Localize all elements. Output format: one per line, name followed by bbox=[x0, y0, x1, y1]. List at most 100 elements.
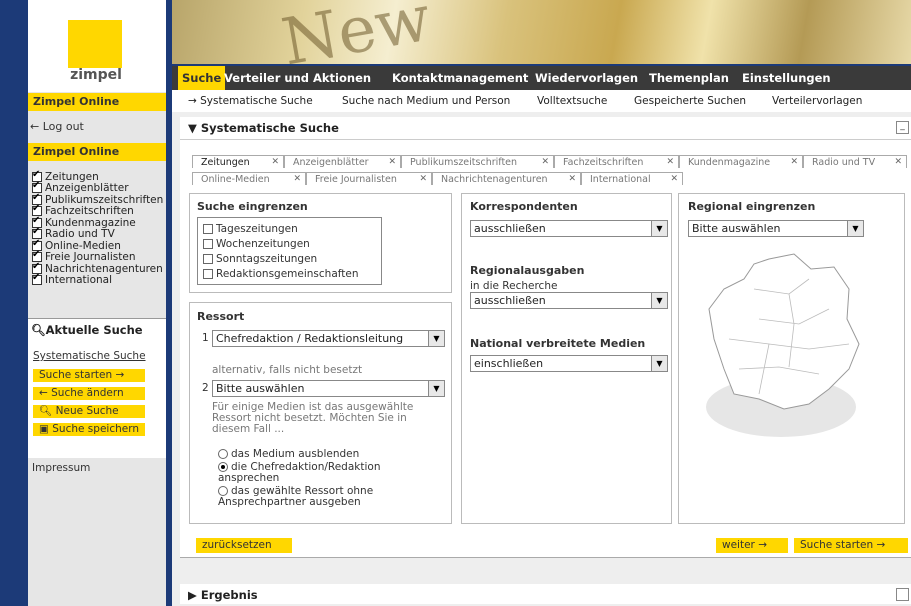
nav-item-verteiler[interactable]: Verteiler und Aktionen bbox=[224, 66, 371, 90]
media-type-item[interactable]: Online-Medien bbox=[32, 238, 163, 252]
close-icon[interactable]: ✕ bbox=[894, 156, 902, 169]
korrespondenten-select[interactable]: ausschließen ▼ bbox=[470, 220, 668, 237]
close-icon[interactable]: ✕ bbox=[790, 156, 798, 169]
close-icon[interactable]: ✕ bbox=[666, 156, 674, 169]
suche-eingrenzen-box: Suche eingrenzen Tageszeitungen Wochenze… bbox=[189, 193, 452, 293]
checkbox[interactable] bbox=[203, 224, 213, 234]
option-redaktionsgemeinschaften[interactable]: Redaktionsgemeinschaften bbox=[203, 268, 359, 280]
ressort-alt-text: alternativ, falls nicht besetzt bbox=[212, 364, 363, 376]
close-icon[interactable]: ✕ bbox=[388, 156, 396, 169]
ressort-select-2[interactable]: Bitte auswählen ▼ bbox=[212, 380, 445, 397]
close-icon[interactable]: ✕ bbox=[271, 156, 279, 169]
next-button[interactable]: weiter → bbox=[716, 538, 788, 553]
tab-publikumszeitschriften[interactable]: Publikumszeitschriften ✕ bbox=[401, 155, 554, 168]
tab-anzeigenblaetter[interactable]: Anzeigenblätter ✕ bbox=[284, 155, 401, 168]
tab-international[interactable]: International ✕ bbox=[581, 172, 683, 185]
korrespondenten-title: Korrespondenten bbox=[470, 200, 578, 213]
main-nav: Suche Verteiler und Aktionen Kontaktmana… bbox=[172, 66, 911, 90]
current-search-type-link[interactable]: Systematische Suche bbox=[33, 350, 146, 362]
media-type-item[interactable]: Kundenmagazine bbox=[32, 215, 163, 229]
nav-item-kontaktmanagement[interactable]: Kontaktmanagement bbox=[392, 66, 528, 90]
panel-title[interactable]: ▼ Systematische Suche bbox=[188, 121, 339, 135]
option-tageszeitungen[interactable]: Tageszeitungen bbox=[203, 223, 298, 235]
radio-button[interactable] bbox=[218, 462, 228, 472]
subnav-gespeicherte-suchen[interactable]: Gespeicherte Suchen bbox=[634, 90, 746, 112]
radio-ausblenden[interactable]: das Medium ausblenden bbox=[218, 448, 359, 460]
minimize-icon[interactable]: _ bbox=[896, 121, 909, 134]
start-search-button[interactable]: Suche starten → bbox=[794, 538, 908, 553]
subnav-medium-person[interactable]: Suche nach Medium und Person bbox=[342, 90, 510, 112]
dropdown-arrow-icon: ▼ bbox=[428, 331, 444, 346]
tab-kundenmagazine[interactable]: Kundenmagazine ✕ bbox=[679, 155, 803, 168]
middle-options-box: Korrespondenten ausschließen ▼ Regionalau… bbox=[461, 193, 672, 524]
regional-select[interactable]: Bitte auswählen ▼ bbox=[688, 220, 864, 237]
nav-item-suche[interactable]: Suche bbox=[178, 66, 226, 90]
dropdown-arrow-icon: ▼ bbox=[651, 221, 667, 236]
result-panel: ▶ Ergebnis bbox=[180, 584, 911, 604]
checkbox[interactable] bbox=[203, 239, 213, 249]
tab-nachrichtenagenturen[interactable]: Nachrichtenagenturen ✕ bbox=[432, 172, 581, 185]
media-type-list: Zeitungen Anzeigenblätter Publikumszeits… bbox=[32, 169, 163, 286]
media-type-item[interactable]: International bbox=[32, 272, 163, 286]
radio-button[interactable] bbox=[218, 449, 228, 459]
close-icon[interactable]: ✕ bbox=[541, 156, 549, 169]
logout-link[interactable]: ← Log out bbox=[28, 116, 166, 138]
checkbox[interactable] bbox=[203, 254, 213, 264]
maximize-icon[interactable] bbox=[896, 588, 909, 601]
close-icon[interactable]: ✕ bbox=[670, 173, 678, 186]
new-search-button[interactable]: 🔍︎ Neue Suche bbox=[33, 405, 145, 418]
regionalausgaben-title: Regionalausgaben bbox=[470, 264, 585, 277]
tab-freie-journalisten[interactable]: Freie Journalisten ✕ bbox=[306, 172, 432, 185]
nav-item-themenplan[interactable]: Themenplan bbox=[649, 66, 729, 90]
germany-map[interactable] bbox=[699, 249, 879, 449]
reset-button[interactable]: zurücksetzen bbox=[196, 538, 292, 553]
media-type-item[interactable]: Freie Journalisten bbox=[32, 249, 163, 263]
close-icon[interactable]: ✕ bbox=[568, 173, 576, 186]
radio-button[interactable] bbox=[218, 486, 228, 496]
change-search-button[interactable]: ← Suche ändern bbox=[33, 387, 145, 400]
tab-zeitungen[interactable]: Zeitungen ✕ bbox=[192, 155, 284, 168]
start-search-button[interactable]: Suche starten → bbox=[33, 369, 145, 382]
magnifier-icon: 🔍︎ bbox=[39, 405, 56, 417]
sidebar: zimpel Zimpel Online ← Log out Zimpel On… bbox=[28, 0, 166, 606]
regionalausgaben-sub: in die Recherche bbox=[470, 280, 558, 292]
logo-text: zimpel bbox=[70, 67, 122, 83]
media-type-item[interactable]: Nachrichtenagenturen bbox=[32, 261, 163, 275]
result-title[interactable]: ▶ Ergebnis bbox=[188, 588, 258, 602]
newspaper-type-list: Tageszeitungen Wochenzeitungen Sonntagsz… bbox=[197, 217, 382, 285]
checkbox[interactable] bbox=[32, 272, 42, 286]
media-type-item[interactable]: Radio und TV bbox=[32, 226, 163, 240]
radio-chefredaktion[interactable]: die Chefredaktion/Redaktion ansprechen bbox=[218, 462, 418, 484]
tab-online-medien[interactable]: Online-Medien ✕ bbox=[192, 172, 306, 185]
magnifier-icon: 🔍︎ bbox=[31, 323, 46, 337]
impressum-link[interactable]: Impressum bbox=[28, 458, 166, 478]
save-search-button[interactable]: ▣ Suche speichern bbox=[33, 423, 145, 436]
national-select[interactable]: einschließen ▼ bbox=[470, 355, 668, 372]
subnav-verteilervorlagen[interactable]: Verteilervorlagen bbox=[772, 90, 862, 112]
search-panel: ▼ Systematische Suche _ Zeitungen ✕ Anzei… bbox=[180, 117, 911, 558]
radio-ohne-ansprechpartner[interactable]: das gewählte Ressort ohne Ansprechpartne… bbox=[218, 486, 418, 508]
box-title: Ressort bbox=[197, 310, 245, 323]
close-icon[interactable]: ✕ bbox=[419, 173, 427, 186]
regionalausgaben-select[interactable]: ausschließen ▼ bbox=[470, 292, 668, 309]
option-sonntagszeitungen[interactable]: Sonntagszeitungen bbox=[203, 253, 317, 265]
media-type-item[interactable]: Anzeigenblätter bbox=[32, 180, 163, 194]
dropdown-arrow-icon: ▼ bbox=[651, 356, 667, 371]
tab-fachzeitschriften[interactable]: Fachzeitschriften ✕ bbox=[554, 155, 679, 168]
nav-item-wiedervorlagen[interactable]: Wiedervorlagen bbox=[535, 66, 638, 90]
ressort-select-1[interactable]: Chefredaktion / Redaktionsleitung ▼ bbox=[212, 330, 445, 347]
close-icon[interactable]: ✕ bbox=[293, 173, 301, 186]
option-wochenzeitungen[interactable]: Wochenzeitungen bbox=[203, 238, 310, 250]
sidebar-section-title: Zimpel Online bbox=[28, 143, 166, 161]
media-type-item[interactable]: Fachzeitschriften bbox=[32, 203, 163, 217]
subnav-systematische-suche[interactable]: → Systematische Suche bbox=[188, 90, 313, 112]
subnav-volltextsuche[interactable]: Volltextsuche bbox=[537, 90, 607, 112]
media-type-item[interactable]: Publikumszeitschriften bbox=[32, 192, 163, 206]
tab-radio-tv[interactable]: Radio und TV ✕ bbox=[803, 155, 907, 168]
logo-mark bbox=[68, 20, 122, 68]
media-type-item[interactable]: Zeitungen bbox=[32, 169, 163, 183]
checkbox[interactable] bbox=[203, 269, 213, 279]
current-search-box: 🔍︎Aktuelle Suche Systematische Suche Suc… bbox=[28, 318, 166, 459]
map-outline[interactable] bbox=[708, 253, 860, 410]
nav-item-einstellungen[interactable]: Einstellungen bbox=[742, 66, 831, 90]
